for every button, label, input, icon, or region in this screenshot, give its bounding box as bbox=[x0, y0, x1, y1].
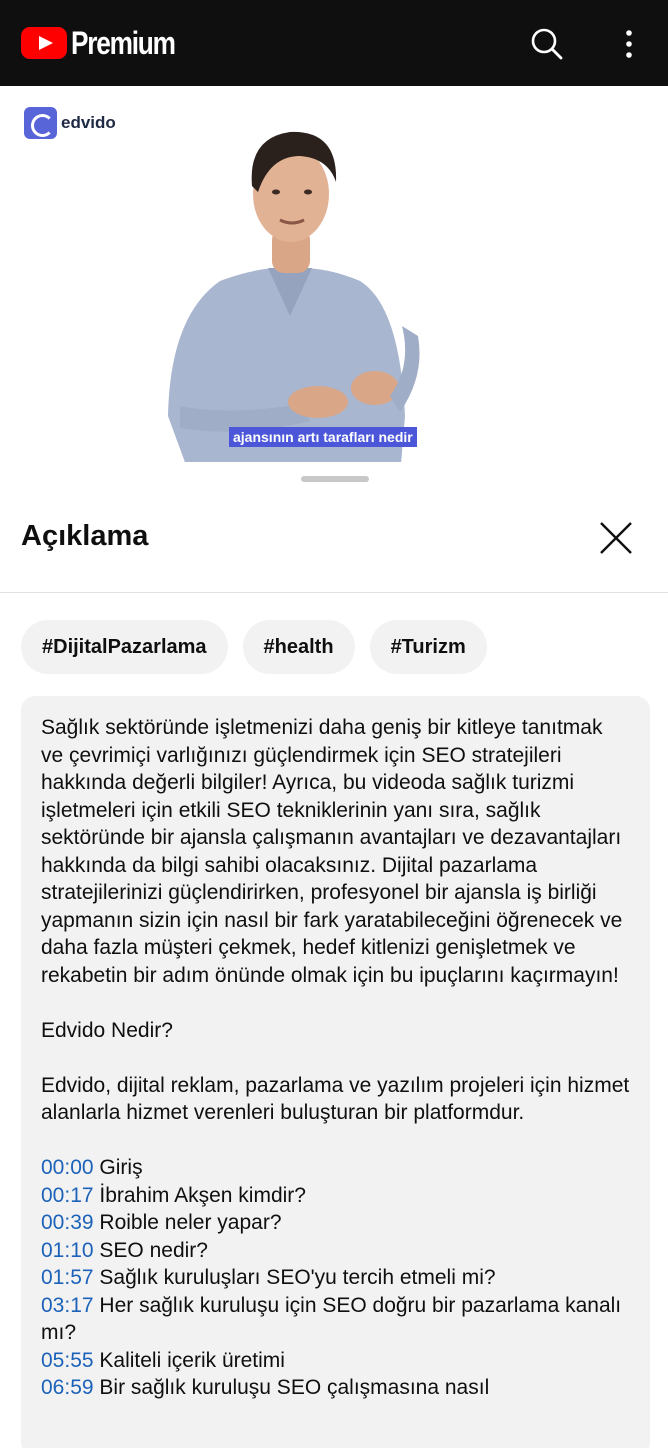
chapter-timestamp-link[interactable]: 05:55 bbox=[41, 1349, 94, 1372]
chapter-item: 06:59 Bir sağlık kuruluşu SEO çalışmasın… bbox=[41, 1374, 630, 1402]
panel-title: Açıklama bbox=[21, 520, 149, 552]
search-button[interactable] bbox=[527, 24, 567, 64]
chapter-list: 00:00 Giriş 00:17 İbrahim Akşen kimdir? … bbox=[41, 1154, 630, 1402]
chapter-timestamp-link[interactable]: 00:17 bbox=[41, 1184, 94, 1207]
chapter-item: 05:55 Kaliteli içerik üretimi bbox=[41, 1347, 630, 1375]
description-box: Sağlık sektöründe işletmenizi daha geniş… bbox=[21, 696, 650, 1448]
description-panel: Açıklama #DijitalPazarlama #health #Turi… bbox=[0, 462, 668, 1448]
youtube-premium-logo[interactable]: Premium bbox=[21, 24, 197, 61]
chapter-title: SEO nedir? bbox=[99, 1238, 208, 1262]
chapter-item: 00:00 Giriş bbox=[41, 1154, 630, 1182]
chapter-title: Her sağlık kuruluşu için SEO doğru bir p… bbox=[41, 1293, 622, 1345]
more-vert-icon bbox=[626, 30, 632, 58]
chapter-timestamp-link[interactable]: 01:10 bbox=[41, 1239, 94, 1262]
more-options-button[interactable] bbox=[609, 24, 649, 64]
chapter-timestamp-link[interactable]: 00:39 bbox=[41, 1211, 94, 1234]
search-icon bbox=[531, 28, 563, 60]
chapter-timestamp-link[interactable]: 06:59 bbox=[41, 1376, 94, 1399]
divider bbox=[0, 592, 668, 593]
close-button[interactable] bbox=[596, 518, 636, 558]
edvido-heading: Edvido Nedir? bbox=[41, 1018, 173, 1042]
chapter-timestamp-link[interactable]: 01:57 bbox=[41, 1266, 94, 1289]
edvido-logo-icon bbox=[24, 107, 57, 139]
presenter-image bbox=[168, 131, 420, 476]
chapter-title: Sağlık kuruluşları SEO'yu tercih etmeli … bbox=[99, 1266, 496, 1289]
video-caption: ajansının artı tarafları nedir bbox=[229, 427, 417, 447]
close-icon bbox=[600, 522, 632, 554]
description-text: Sağlık sektöründe işletmenizi daha geniş… bbox=[41, 716, 623, 987]
chapter-title: Kaliteli içerik üretimi bbox=[99, 1348, 285, 1372]
chapter-timestamp-link[interactable]: 03:17 bbox=[41, 1294, 94, 1317]
chapter-timestamp-link[interactable]: 00:00 bbox=[41, 1156, 94, 1179]
hashtag-chip[interactable]: #Turizm bbox=[369, 620, 487, 674]
edvido-description: Edvido, dijital reklam, pazarlama ve yaz… bbox=[41, 1073, 630, 1125]
chapter-item: 01:57 Sağlık kuruluşları SEO'yu tercih e… bbox=[41, 1264, 630, 1292]
top-app-bar: Premium bbox=[0, 0, 668, 86]
brand-text: Premium bbox=[71, 24, 176, 61]
chapter-title: İbrahim Akşen kimdir? bbox=[99, 1183, 306, 1207]
drag-handle[interactable] bbox=[301, 476, 369, 482]
video-player[interactable]: edvido ajansının artı tarafları nedir bbox=[0, 86, 668, 476]
chapter-item: 00:17 İbrahim Akşen kimdir? bbox=[41, 1182, 630, 1210]
chapter-title: Giriş bbox=[99, 1156, 143, 1179]
channel-watermark: edvido bbox=[24, 107, 116, 139]
chapter-item: 00:39 Roible neler yapar? bbox=[41, 1209, 630, 1237]
chapter-item: 03:17 Her sağlık kuruluşu için SEO doğru… bbox=[41, 1292, 630, 1347]
edvido-logo-text: edvido bbox=[61, 113, 116, 132]
hashtag-chips: #DijitalPazarlama #health #Turizm bbox=[21, 620, 487, 674]
chapter-title: Bir sağlık kuruluşu SEO çalışmasına nası… bbox=[99, 1376, 490, 1399]
youtube-logo-icon bbox=[21, 27, 67, 59]
chapter-title: Roible neler yapar? bbox=[99, 1211, 282, 1234]
chapter-item: 01:10 SEO nedir? bbox=[41, 1237, 630, 1265]
hashtag-chip[interactable]: #health bbox=[242, 620, 355, 674]
hashtag-chip[interactable]: #DijitalPazarlama bbox=[21, 620, 228, 674]
